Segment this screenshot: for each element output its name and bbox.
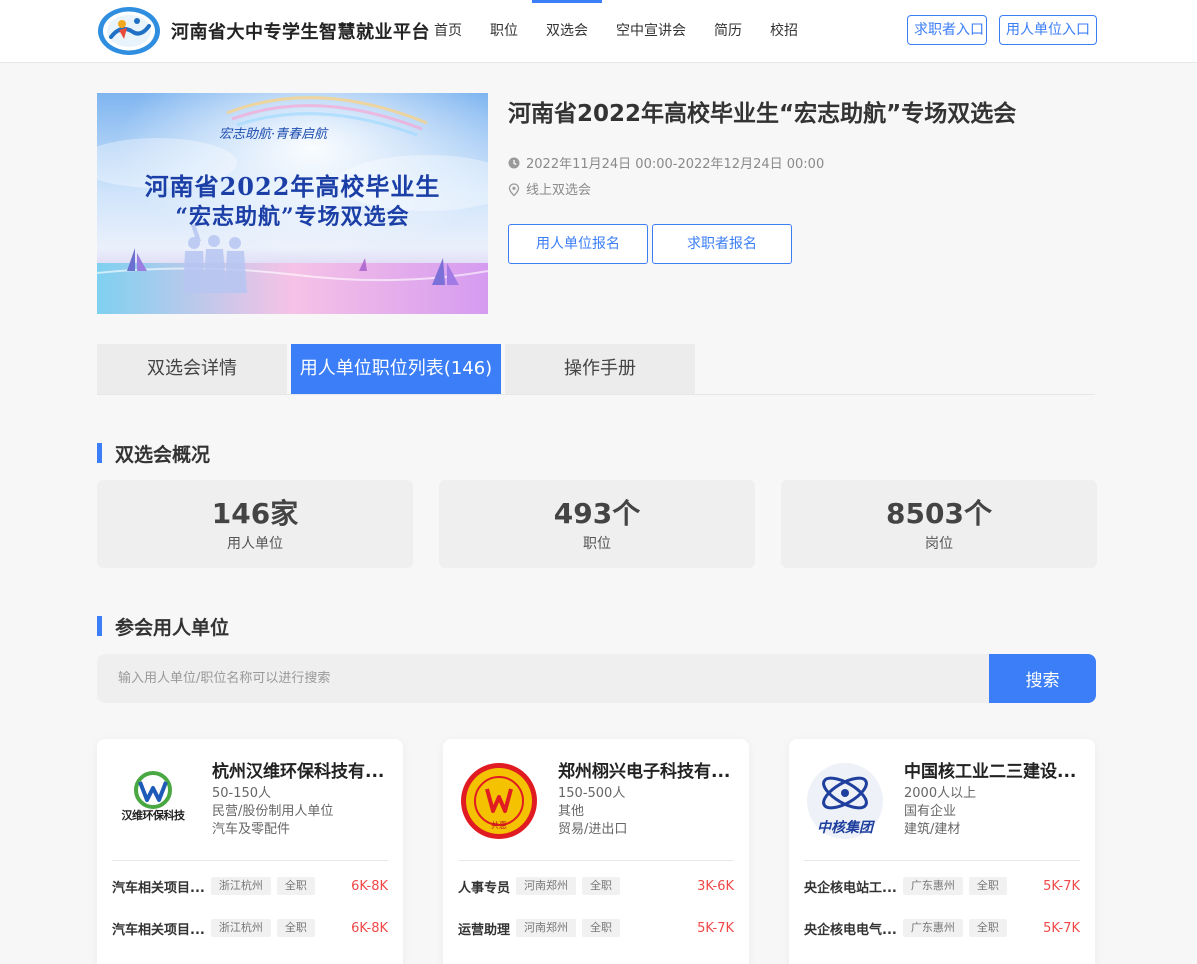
company-industry: 汽车及零配件 — [212, 822, 291, 837]
seeker-entry-button[interactable]: 求职者入口 — [907, 15, 987, 45]
job-city-tag: 广东惠州 — [902, 919, 963, 937]
overview-section-title: 双选会概况 — [97, 440, 210, 467]
job-salary: 6K-8K — [351, 920, 388, 936]
location-pin-icon — [508, 182, 520, 196]
job-row[interactable]: 汽车相关项目... 浙江杭州 全职 6K-8K — [112, 918, 388, 938]
card-divider — [458, 860, 734, 861]
search-button[interactable]: 搜索 — [989, 654, 1096, 703]
job-type-tag: 全职 — [968, 877, 1007, 895]
job-title[interactable]: 汽车相关项目... — [112, 919, 205, 938]
company-logo-text: 汉维环保科技 — [121, 809, 186, 822]
company-card[interactable]: 共惠 郑州栩兴电子科技有... 150-500人 其他 贸易/进出口 人事专员 … — [443, 739, 749, 964]
company-size: 2000人以上 — [904, 786, 977, 801]
job-salary: 6K-8K — [351, 878, 388, 894]
company-name[interactable]: 中国核工业二三建设... — [904, 757, 1084, 782]
job-salary: 3K-6K — [697, 878, 734, 894]
job-type-tag: 全职 — [582, 877, 621, 895]
job-row[interactable]: 人事专员 河南郑州 全职 3K-6K — [458, 876, 734, 896]
company-logo: 共惠 — [455, 757, 543, 845]
company-logo: 汉维环保科技 — [109, 757, 197, 845]
job-type-tag: 全职 — [276, 919, 315, 937]
stat-employers: 146家 用人单位 — [97, 480, 413, 568]
job-type-tag: 全职 — [582, 919, 621, 937]
event-title: 河南省2022年高校毕业生“宏志助航”专场双选会 — [508, 101, 1017, 127]
nav-online-talks[interactable]: 空中宣讲会 — [602, 0, 700, 63]
company-nature: 民营/股份制用人单位 — [212, 804, 334, 819]
nav-home[interactable]: 首页 — [420, 0, 476, 63]
card-divider — [112, 860, 388, 861]
company-logo-text: 共惠 — [491, 821, 507, 830]
company-industry: 贸易/进出口 — [558, 822, 628, 837]
job-salary: 5K-7K — [1043, 878, 1080, 894]
event-location-text: 线上双选会 — [526, 183, 592, 198]
main-nav: 首页 职位 双选会 空中宣讲会 简历 校招 — [420, 0, 812, 63]
job-title[interactable]: 汽车相关项目... — [112, 877, 205, 896]
top-header: 河南省大中专学生智慧就业平台 首页 职位 双选会 空中宣讲会 简历 校招 求职者… — [0, 0, 1197, 63]
event-location: 线上双选会 — [508, 179, 591, 198]
job-salary: 5K-7K — [1043, 920, 1080, 936]
employer-entry-button[interactable]: 用人单位入口 — [999, 15, 1097, 45]
stat-openings: 8503个 岗位 — [781, 480, 1097, 568]
tab-user-manual[interactable]: 操作手册 — [505, 344, 695, 394]
companies-section-title: 参会用人单位 — [97, 613, 229, 640]
tab-employer-job-list[interactable]: 用人单位职位列表(146) — [291, 344, 501, 394]
stat-positions-value: 493个 — [553, 497, 641, 530]
nav-campus-recruit[interactable]: 校招 — [756, 0, 812, 63]
job-title[interactable]: 运营助理 — [458, 919, 510, 938]
job-city-tag: 浙江杭州 — [210, 919, 271, 937]
job-row[interactable]: 央企核电站工... 广东惠州 全职 5K-7K — [804, 876, 1080, 896]
company-name[interactable]: 郑州栩兴电子科技有... — [558, 757, 738, 782]
nav-job-fair[interactable]: 双选会 — [532, 0, 602, 63]
stat-positions-label: 职位 — [583, 536, 611, 552]
company-size: 50-150人 — [212, 786, 272, 801]
stat-openings-value: 8503个 — [886, 497, 992, 530]
banner-title-line2: “宏志助航”专场双选会 — [175, 204, 410, 230]
job-row[interactable]: 汽车相关项目... 浙江杭州 全职 6K-8K — [112, 876, 388, 896]
company-logo-text: 中核集团 — [817, 820, 873, 836]
job-title[interactable]: 人事专员 — [458, 877, 510, 896]
job-city-tag: 广东惠州 — [902, 877, 963, 895]
nav-jobs[interactable]: 职位 — [476, 0, 532, 63]
job-type-tag: 全职 — [276, 877, 315, 895]
company-nature: 其他 — [558, 804, 585, 819]
job-title[interactable]: 央企核电电气... — [804, 919, 897, 938]
stat-employers-label: 用人单位 — [227, 536, 283, 552]
job-type-tag: 全职 — [968, 919, 1007, 937]
event-tabs: 双选会详情 用人单位职位列表(146) 操作手册 — [97, 344, 1095, 395]
company-card[interactable]: 中核集团 中国核工业二三建设... 2000人以上 国有企业 建筑/建材 央企核… — [789, 739, 1095, 964]
event-banner-image: 宏志助航·青春启航 河南省2022年高校毕业生 “宏志助航”专场双选会 — [97, 93, 488, 314]
card-divider — [804, 860, 1080, 861]
stat-openings-label: 岗位 — [925, 536, 953, 552]
job-city-tag: 浙江杭州 — [210, 877, 271, 895]
company-size: 150-500人 — [558, 786, 626, 801]
company-search-input[interactable] — [97, 654, 990, 703]
company-name[interactable]: 杭州汉维环保科技有... — [212, 757, 392, 782]
job-salary: 5K-7K — [697, 920, 734, 936]
tab-fair-details[interactable]: 双选会详情 — [97, 344, 287, 394]
clock-icon — [508, 157, 520, 169]
banner-title-line1: 河南省2022年高校毕业生 — [144, 172, 441, 201]
banner-slogan: 宏志助航·青春启航 — [219, 127, 328, 142]
nav-resume[interactable]: 简历 — [700, 0, 756, 63]
event-time-text: 2022年11月24日 00:00-2022年12月24日 00:00 — [526, 157, 825, 172]
job-title[interactable]: 央企核电站工... — [804, 877, 897, 896]
site-title: 河南省大中专学生智慧就业平台 — [171, 22, 430, 43]
event-time: 2022年11月24日 00:00-2022年12月24日 00:00 — [508, 153, 824, 172]
stat-positions: 493个 职位 — [439, 480, 755, 568]
job-row[interactable]: 运营助理 河南郑州 全职 5K-7K — [458, 918, 734, 938]
company-nature: 国有企业 — [904, 804, 957, 819]
job-city-tag: 河南郑州 — [516, 877, 577, 895]
company-logo: 中核集团 — [801, 757, 889, 845]
seeker-register-button[interactable]: 求职者报名 — [652, 224, 792, 264]
company-card[interactable]: 汉维环保科技 杭州汉维环保科技有... 50-150人 民营/股份制用人单位 汽… — [97, 739, 403, 964]
job-city-tag: 河南郑州 — [516, 919, 577, 937]
company-industry: 建筑/建材 — [904, 822, 961, 837]
stat-employers-value: 146家 — [211, 497, 299, 530]
employer-register-button[interactable]: 用人单位报名 — [508, 224, 648, 264]
job-row[interactable]: 央企核电电气... 广东惠州 全职 5K-7K — [804, 918, 1080, 938]
platform-logo[interactable] — [97, 6, 161, 56]
